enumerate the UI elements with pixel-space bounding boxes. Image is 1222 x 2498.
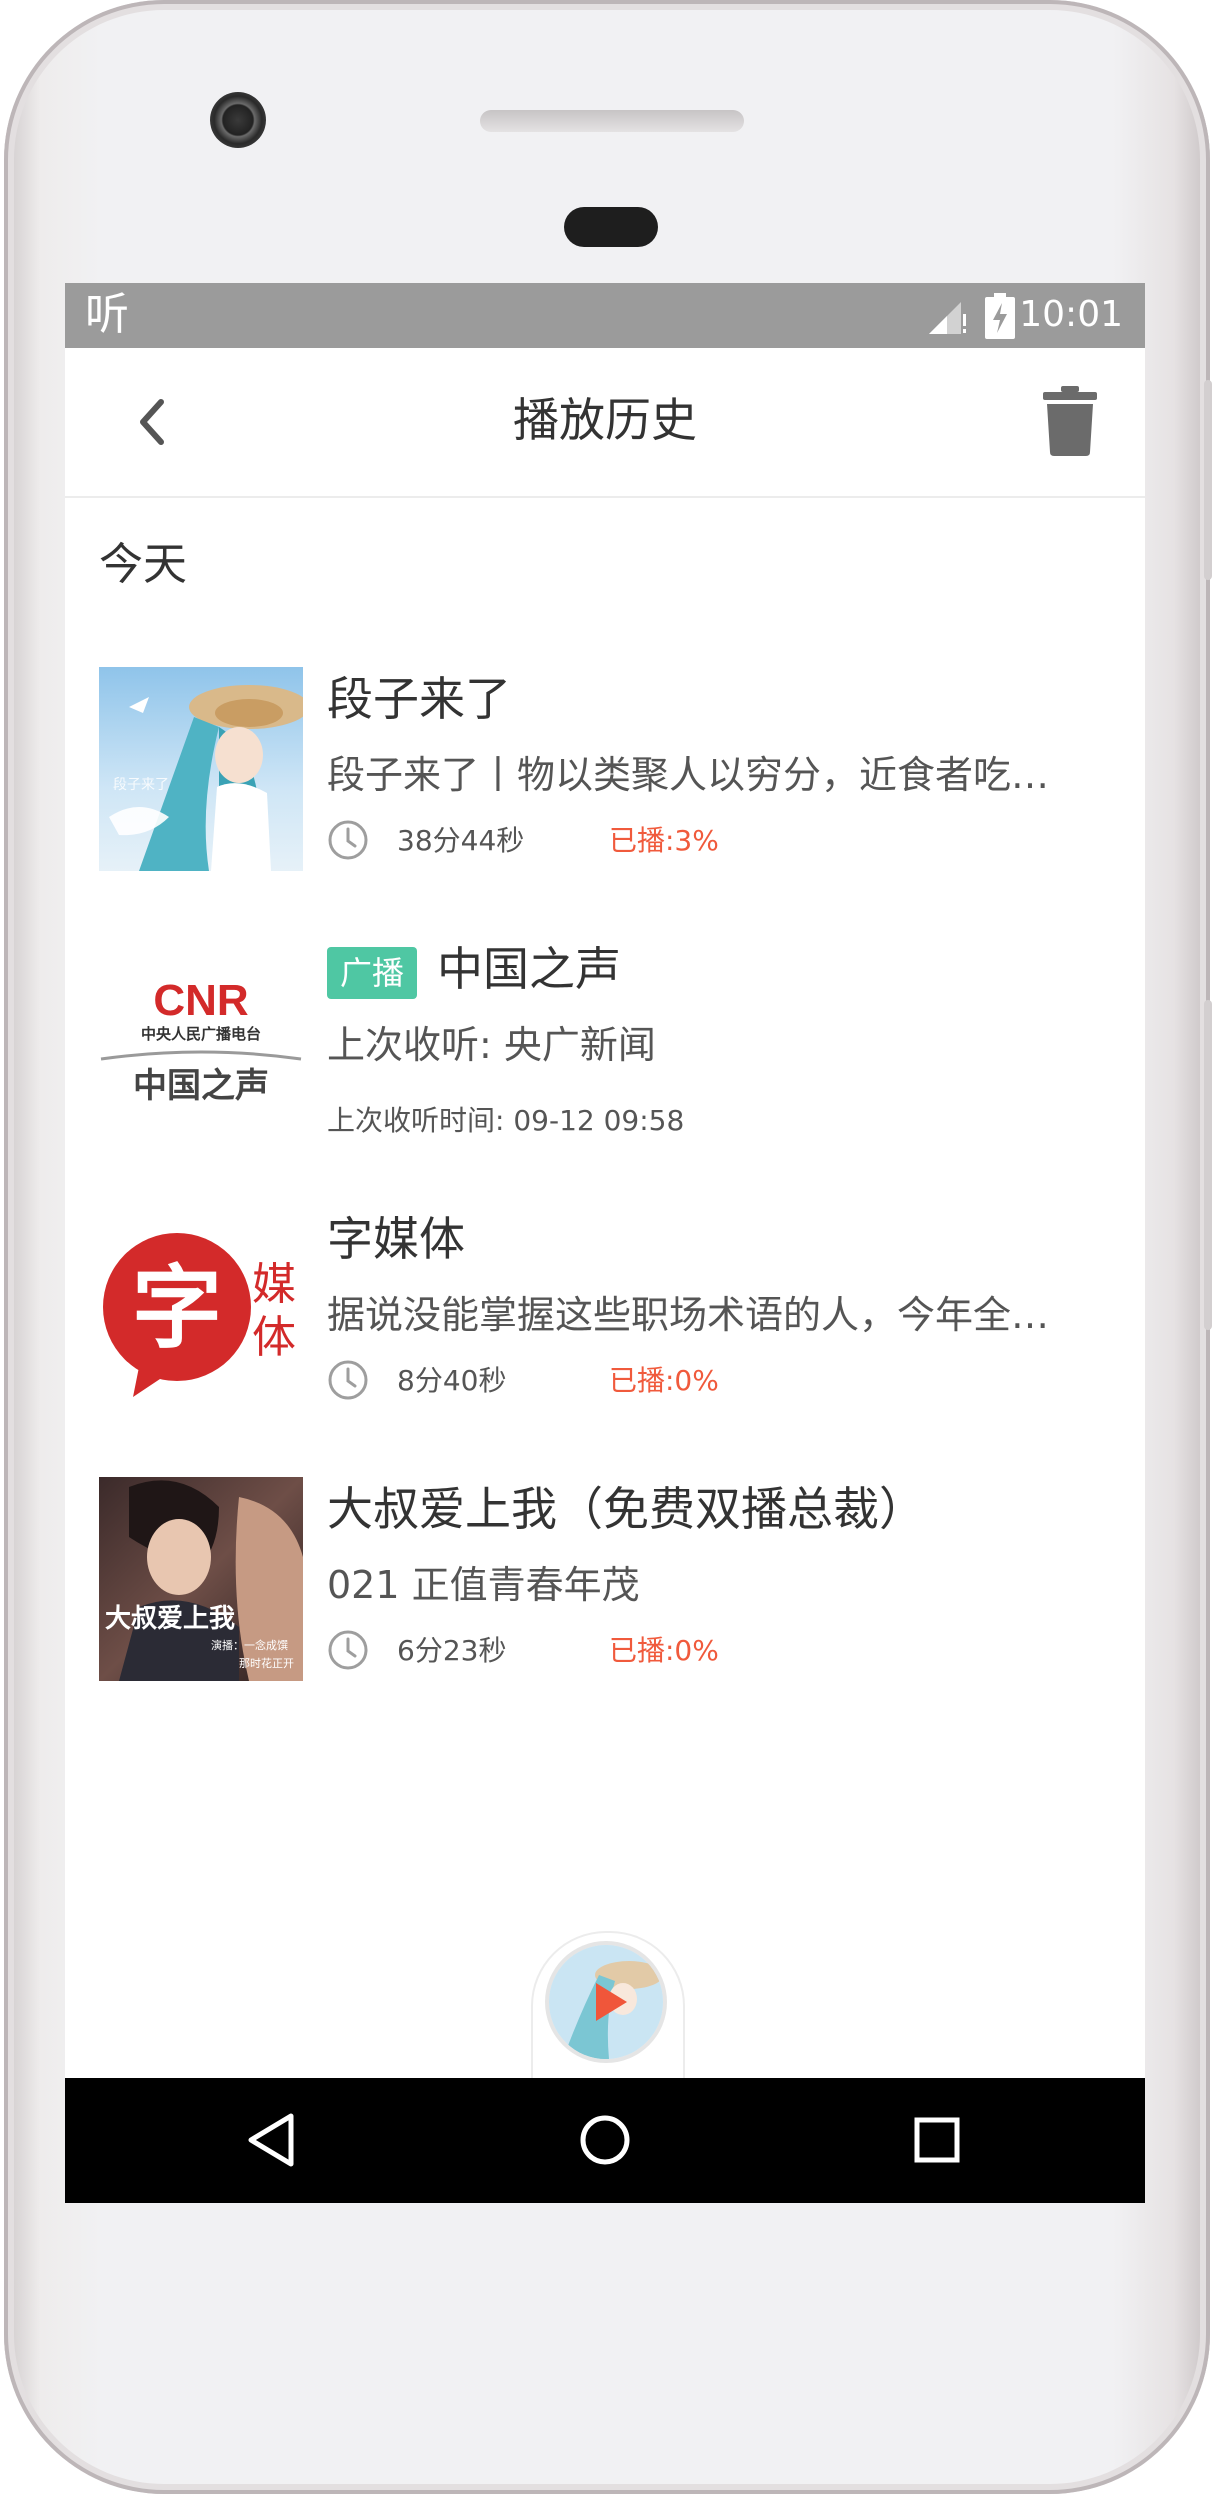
anime-girl-cover-art: 段子来了: [99, 667, 303, 871]
earpiece-speaker: [480, 110, 744, 132]
station-cover: CNR 中央人民广播电台 中国之声: [99, 937, 303, 1141]
item-duration: 38分44秒: [397, 824, 525, 857]
cnr-logo: CNR 中央人民广播电台 中国之声: [100, 976, 302, 1106]
svg-text:大叔爱上我: 大叔爱上我: [105, 1604, 235, 1634]
power-button: [1204, 380, 1212, 580]
svg-text:字: 字: [132, 1256, 222, 1361]
screen: 听 10:01 播放历史 今天 段子来了 段子来了 段子来了丨物以类聚人以穷分，…: [65, 283, 1145, 2203]
clock-icon: [328, 1630, 368, 1670]
item-progress: 已播:0%: [609, 1364, 719, 1397]
svg-text:媒: 媒: [252, 1259, 296, 1310]
history-item[interactable]: 字 媒 体 字媒体 据说没能掌握这些职场术语的人，今年全… 8分40秒 已播:0…: [65, 1207, 1145, 1427]
proximity-sensor: [564, 207, 658, 247]
album-cover: 段子来了: [99, 667, 303, 871]
item-progress: 已播:3%: [609, 824, 719, 857]
romance-cover-art: 大叔爱上我 演播：一念成馔 那时花正开: [99, 1477, 303, 1681]
svg-text:段子来了: 段子来了: [113, 777, 169, 793]
svg-text:体: 体: [252, 1312, 296, 1363]
page-title: 播放历史: [513, 393, 697, 447]
app-bar: 播放历史: [65, 348, 1145, 498]
mini-player-button[interactable]: [549, 1945, 663, 2059]
item-duration: 8分40秒: [397, 1364, 507, 1397]
front-camera: [210, 92, 266, 148]
history-item[interactable]: CNR 中央人民广播电台 中国之声 广播 中国之声 上次收听: 央广新闻 上次收…: [65, 937, 1145, 1157]
volume-button: [1204, 1000, 1212, 1330]
status-bar: 听 10:01: [65, 283, 1145, 348]
battery-icon: [985, 293, 1015, 339]
item-progress: 已播:0%: [609, 1634, 719, 1667]
item-title: 中国之声: [437, 942, 621, 996]
nav-recents-icon[interactable]: [905, 2108, 969, 2172]
section-label-today: 今天: [99, 539, 187, 590]
clock-icon: [328, 820, 368, 860]
zimeiti-logo: 字 媒 体: [103, 1233, 296, 1397]
clock-icon: [328, 1360, 368, 1400]
svg-text:演播：一念成馔: 演播：一念成馔: [211, 1638, 288, 1652]
svg-text:CNR: CNR: [153, 976, 248, 1025]
item-description: 据说没能掌握这些职场术语的人，今年全…: [327, 1293, 1050, 1337]
svg-text:那时花正开: 那时花正开: [239, 1657, 294, 1670]
svg-text:中国之声: 中国之声: [133, 1066, 269, 1106]
album-cover: 字 媒 体: [99, 1207, 303, 1411]
item-description: 021 正值青春年茂: [327, 1563, 640, 1607]
item-duration: 6分23秒: [397, 1634, 507, 1667]
last-listen-time: 上次收听时间: 09-12 09:58: [327, 1104, 685, 1137]
album-cover: 大叔爱上我 演播：一念成馔 那时花正开: [99, 1477, 303, 1681]
signal-icon: [929, 302, 966, 334]
status-time: 10:01: [1019, 294, 1123, 335]
status-app-icon: 听: [85, 289, 129, 340]
item-title: 字媒体: [327, 1212, 465, 1266]
history-item[interactable]: 段子来了 段子来了 段子来了丨物以类聚人以穷分，近食者吃… 38分44秒 已播:…: [65, 667, 1145, 887]
nav-home-icon[interactable]: [573, 2108, 637, 2172]
history-item[interactable]: 大叔爱上我 演播：一念成馔 那时花正开 大叔爱上我（免费双播总裁） 021 正值…: [65, 1477, 1145, 1697]
item-description: 上次收听: 央广新闻: [327, 1023, 656, 1067]
play-icon: [549, 1945, 663, 2059]
item-title: 大叔爱上我（免费双播总裁）: [327, 1482, 925, 1536]
item-description: 段子来了丨物以类聚人以穷分，近食者吃…: [327, 753, 1050, 797]
nav-back-icon[interactable]: [241, 2108, 305, 2172]
trash-icon[interactable]: [1043, 386, 1097, 456]
svg-text:中央人民广播电台: 中央人民广播电台: [141, 1025, 261, 1043]
broadcast-badge: 广播: [327, 947, 417, 999]
system-nav-bar: [65, 2078, 1145, 2203]
item-title: 段子来了: [327, 672, 511, 726]
